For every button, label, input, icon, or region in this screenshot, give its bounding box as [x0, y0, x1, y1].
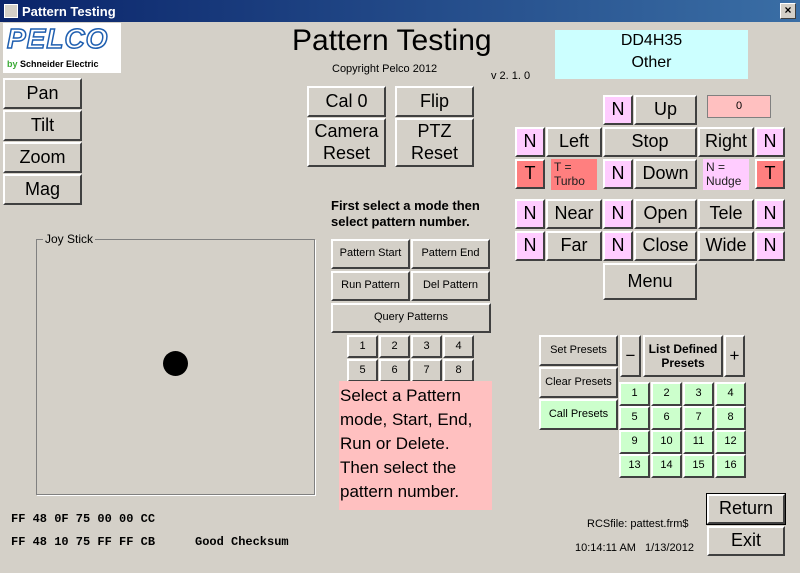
close-iris-button[interactable]: Close [634, 231, 697, 261]
pattern-number-5[interactable]: 5 [347, 359, 378, 382]
pattern-instruction: First select a mode then select pattern … [331, 198, 480, 229]
pattern-number-4[interactable]: 4 [443, 335, 474, 358]
preset-number-3[interactable]: 3 [683, 382, 714, 406]
window-title: Pattern Testing [22, 4, 116, 19]
nudge-left-button[interactable]: N [515, 127, 545, 157]
preset-number-13[interactable]: 13 [619, 454, 650, 478]
pattern-end-button[interactable]: Pattern End [411, 239, 490, 269]
title-bar: Pattern Testing × [0, 0, 800, 22]
logo-by: by [7, 59, 18, 69]
version-text: v 2. 1. 0 [491, 70, 531, 82]
logo-company: Schneider Electric [20, 59, 99, 69]
list-defined-presets-button[interactable]: List Defined Presets [643, 335, 723, 377]
preset-number-12[interactable]: 12 [715, 430, 746, 454]
pattern-number-3[interactable]: 3 [411, 335, 442, 358]
nudge-down-button[interactable]: N [603, 159, 633, 189]
preset-number-16[interactable]: 16 [715, 454, 746, 478]
menu-button[interactable]: Menu [603, 263, 697, 300]
preset-number-15[interactable]: 15 [683, 454, 714, 478]
app-icon [4, 4, 18, 18]
date-text: 1/13/2012 [645, 542, 694, 554]
preset-number-9[interactable]: 9 [619, 430, 650, 454]
turbo-right-button[interactable]: T [755, 159, 785, 189]
pan-button[interactable]: Pan [3, 78, 82, 109]
joystick-label: Joy Stick [43, 232, 96, 246]
call-presets-button[interactable]: Call Presets [539, 399, 618, 430]
pattern-start-button[interactable]: Pattern Start [331, 239, 410, 269]
flip-button[interactable]: Flip [395, 86, 474, 117]
preset-number-2[interactable]: 2 [651, 382, 682, 406]
device-name: DD4H35 [620, 32, 683, 49]
ptz-reset-button[interactable]: PTZ Reset [395, 118, 474, 167]
preset-number-5[interactable]: 5 [619, 406, 650, 430]
return-button[interactable]: Return [706, 493, 786, 525]
pelco-logo: PELCO by Schneider Electric [3, 22, 121, 73]
pattern-number-1[interactable]: 1 [347, 335, 378, 358]
pattern-number-6[interactable]: 6 [379, 359, 410, 382]
nudge-tele-button[interactable]: N [755, 199, 785, 229]
checksum-status: Good Checksum [195, 535, 289, 549]
cal0-button[interactable]: Cal 0 [307, 86, 386, 117]
hex-command-2: FF 48 10 75 FF FF CB [11, 535, 156, 549]
preset-number-6[interactable]: 6 [651, 406, 682, 430]
preset-number-1[interactable]: 1 [619, 382, 650, 406]
hex-command-1: FF 48 0F 75 00 00 CC [11, 512, 156, 526]
rcsfile-text: RCSfile: pattest.frm$ [587, 518, 689, 530]
logo-brand: PELCO [6, 22, 109, 55]
page-title: Pattern Testing [292, 24, 492, 57]
nudge-near-button[interactable]: N [515, 199, 545, 229]
exit-button[interactable]: Exit [707, 526, 785, 556]
preset-number-7[interactable]: 7 [683, 406, 714, 430]
preset-plus-button[interactable]: + [724, 335, 745, 377]
turbo-left-button[interactable]: T [515, 159, 545, 189]
pattern-number-7[interactable]: 7 [411, 359, 442, 382]
device-type: Other [631, 54, 672, 71]
preset-number-11[interactable]: 11 [683, 430, 714, 454]
pattern-help-panel: Select a Pattern mode, Start, End, Run o… [339, 381, 492, 510]
open-button[interactable]: Open [634, 199, 697, 229]
nudge-open-button[interactable]: N [603, 199, 633, 229]
stop-button[interactable]: Stop [603, 127, 697, 157]
nudge-close-button[interactable]: N [603, 231, 633, 261]
joystick-handle[interactable] [163, 351, 188, 376]
tilt-button[interactable]: Tilt [3, 110, 82, 141]
del-pattern-button[interactable]: Del Pattern [411, 271, 490, 301]
speed-value-display: 0 [707, 95, 771, 118]
near-button[interactable]: Near [546, 199, 602, 229]
device-panel: DD4H35 Other [555, 30, 748, 79]
nudge-wide-button[interactable]: N [755, 231, 785, 261]
pattern-help-text: Select a Pattern mode, Start, End, Run o… [340, 386, 473, 501]
time-text: 10:14:11 AM [575, 542, 636, 554]
nudge-note: N = Nudge [703, 159, 749, 190]
preset-number-8[interactable]: 8 [715, 406, 746, 430]
pattern-number-2[interactable]: 2 [379, 335, 410, 358]
copyright-text: Copyright Pelco 2012 [332, 63, 438, 75]
wide-button[interactable]: Wide [698, 231, 754, 261]
right-button[interactable]: Right [698, 127, 754, 157]
close-button[interactable]: × [780, 3, 796, 19]
turbo-note: T = Turbo [551, 159, 597, 190]
nudge-far-button[interactable]: N [515, 231, 545, 261]
tele-button[interactable]: Tele [698, 199, 754, 229]
run-pattern-button[interactable]: Run Pattern [331, 271, 410, 301]
pattern-number-8[interactable]: 8 [443, 359, 474, 382]
set-presets-button[interactable]: Set Presets [539, 335, 618, 366]
preset-minus-button[interactable]: − [620, 335, 641, 377]
preset-number-4[interactable]: 4 [715, 382, 746, 406]
query-patterns-button[interactable]: Query Patterns [331, 303, 491, 333]
mag-button[interactable]: Mag [3, 174, 82, 205]
down-button[interactable]: Down [634, 159, 697, 189]
camera-reset-button[interactable]: Camera Reset [307, 118, 386, 167]
preset-number-10[interactable]: 10 [651, 430, 682, 454]
far-button[interactable]: Far [546, 231, 602, 261]
zoom-button[interactable]: Zoom [3, 142, 82, 173]
joystick-frame: Joy Stick [36, 232, 315, 495]
nudge-up-button[interactable]: N [603, 95, 633, 125]
up-button[interactable]: Up [634, 95, 697, 125]
preset-number-14[interactable]: 14 [651, 454, 682, 478]
nudge-right-button[interactable]: N [755, 127, 785, 157]
clear-presets-button[interactable]: Clear Presets [539, 367, 618, 398]
left-button[interactable]: Left [546, 127, 602, 157]
